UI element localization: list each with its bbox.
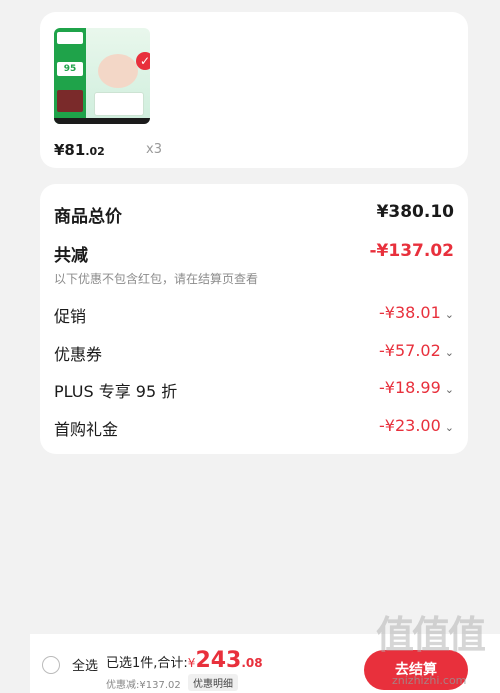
select-all-label[interactable]: 全选 [72,655,98,674]
total-reduction-label: 共减 [54,246,88,266]
cart-total-line: 已选1件,合计:¥243.08 [106,648,263,673]
thumbnail-pack-image [94,92,144,116]
brand-logo [57,32,83,44]
discount-value: -¥38.01 [379,303,441,322]
product-price-row: ¥81.02 x3 [54,140,254,162]
discount-value-wrap: -¥23.00 ⌄ [379,416,454,435]
total-reduction-row: 共减 -¥137.02 [54,241,455,266]
chevron-down-icon: ⌄ [444,383,454,396]
watermark-url: znizhizhi.com [392,674,467,687]
cart-page: 95 ✓ ¥81.02 x3 商品总价 ¥380.10 共减 -¥137.02 … [0,0,500,693]
discount-row-plus[interactable]: PLUS 专享 95 折 -¥18.99 ⌄ [54,378,454,402]
thumbnail-bottom-bar [54,118,150,124]
product-thumbnail[interactable]: 95 ✓ [54,28,150,124]
discount-value: -¥57.02 [379,341,441,360]
selected-count-text: 已选1件,合计: [106,656,188,671]
chevron-down-icon: ⌄ [444,421,454,434]
thumbnail-baby-image [98,54,138,88]
discount-summary: 优惠减:¥137.02 [106,680,181,691]
discount-note: 以下优惠不包含红包，请在结算页查看 [54,272,259,286]
discount-row-promotion[interactable]: 促销 -¥38.01 ⌄ [54,303,454,327]
chevron-down-icon: ⌄ [444,308,454,321]
discount-label: 首购礼金 [54,420,119,439]
select-all-radio[interactable] [42,656,60,674]
product-price: ¥81 [54,141,86,159]
product-price-decimal: .02 [85,145,105,158]
product-card: 95 ✓ ¥81.02 x3 [40,12,468,168]
discount-detail-button[interactable]: 优惠明细 [188,674,238,691]
thumbnail-box-image [57,90,83,112]
total-amount: 243 [195,648,242,673]
total-price-value: ¥380.10 [376,202,454,222]
price-summary-card: 商品总价 ¥380.10 共减 -¥137.02 以下优惠不包含红包，请在结算页… [40,184,468,454]
chevron-down-icon: ⌄ [444,346,454,359]
total-amount-decimal: .08 [241,656,263,670]
discount-row-coupon[interactable]: 优惠券 -¥57.02 ⌄ [54,341,454,365]
total-reduction-value: -¥137.02 [369,241,455,261]
total-price-label: 商品总价 [54,207,122,227]
checkmark-icon: ✓ [136,52,150,70]
discount-label: 优惠券 [54,345,103,364]
discount-value: -¥18.99 [379,378,441,397]
discount-value-wrap: -¥38.01 ⌄ [379,303,454,322]
total-price-row: 商品总价 ¥380.10 [54,202,454,227]
product-quantity: x3 [146,142,162,157]
discount-value-wrap: -¥18.99 ⌄ [379,378,454,397]
watermark-logo: 值值值 [376,613,486,657]
discount-value: -¥23.00 [379,416,441,435]
discount-row-first-purchase[interactable]: 首购礼金 -¥23.00 ⌄ [54,416,454,440]
discount-value-wrap: -¥57.02 ⌄ [379,341,454,360]
discount-label: 促销 [54,307,87,326]
thumbnail-price: 95 [57,62,83,76]
discount-label: PLUS 专享 95 折 [54,382,178,401]
